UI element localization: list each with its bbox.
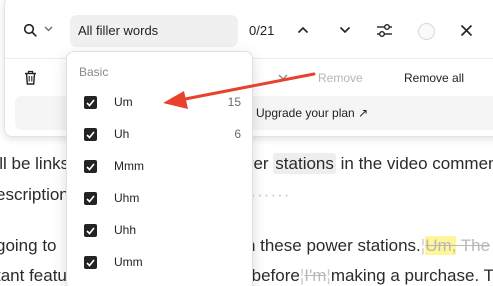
option-count: 15 xyxy=(227,95,241,109)
match-counter: 0/21 xyxy=(249,23,275,38)
text-span: tant featu xyxy=(0,266,67,285)
search-icon[interactable] xyxy=(22,22,38,38)
filler-words-dropdown: Basic Um 15 Uh 6 Mmm Uhm Uhh Umm xyxy=(66,51,253,286)
checkbox[interactable] xyxy=(84,160,97,173)
option-uhm[interactable]: Uhm xyxy=(67,184,252,214)
search-match[interactable]: stations xyxy=(273,153,336,174)
group-label: Basic xyxy=(79,65,109,79)
text-span: in the video commen xyxy=(335,154,493,173)
remove-all-button[interactable]: Remove all xyxy=(404,71,464,85)
text-span: on these power stations. xyxy=(236,236,421,255)
option-mmm[interactable]: Mmm xyxy=(67,152,252,182)
chevron-down-icon[interactable] xyxy=(43,24,53,34)
option-label: Mmm xyxy=(114,159,144,173)
text-span: making a purchase. T xyxy=(330,266,493,285)
checkbox[interactable] xyxy=(84,128,97,141)
checkbox[interactable] xyxy=(84,96,97,109)
text-span: going to xyxy=(0,236,57,255)
remove-button[interactable]: Remove xyxy=(318,71,363,85)
option-umm[interactable]: Umm xyxy=(67,248,252,278)
option-label: Uhm xyxy=(114,191,140,205)
toggle-circle[interactable] xyxy=(418,23,435,40)
option-label: Um xyxy=(114,95,133,109)
upgrade-link[interactable]: Upgrade your plan ↗ xyxy=(256,106,368,120)
option-label: Umm xyxy=(114,255,143,269)
filler-word-struck[interactable]: I'm xyxy=(304,266,326,285)
option-uhh[interactable]: Uhh xyxy=(67,216,252,246)
chevron-down-icon[interactable] xyxy=(337,22,353,38)
text-span: 'll be links xyxy=(0,154,70,173)
text-span: before xyxy=(246,266,300,285)
sliders-icon[interactable] xyxy=(375,21,393,39)
trash-icon[interactable] xyxy=(22,69,38,85)
chevron-up-icon[interactable] xyxy=(295,22,311,38)
struck-text: The xyxy=(456,236,491,255)
close-icon[interactable] xyxy=(458,22,474,38)
checkbox[interactable] xyxy=(84,256,97,269)
option-count: 6 xyxy=(234,127,241,141)
checkbox[interactable] xyxy=(84,192,97,205)
checkbox[interactable] xyxy=(84,224,97,237)
option-um[interactable]: Um 15 xyxy=(67,88,252,118)
option-label: Uh xyxy=(114,127,130,141)
text-span: escription xyxy=(0,185,69,204)
chevron-down-icon[interactable] xyxy=(277,71,289,83)
filter-select[interactable]: All filler words xyxy=(70,15,238,47)
filler-word-highlight[interactable]: Um, xyxy=(425,236,457,255)
option-label: Uhh xyxy=(114,223,137,237)
option-uh[interactable]: Uh 6 xyxy=(67,120,252,150)
